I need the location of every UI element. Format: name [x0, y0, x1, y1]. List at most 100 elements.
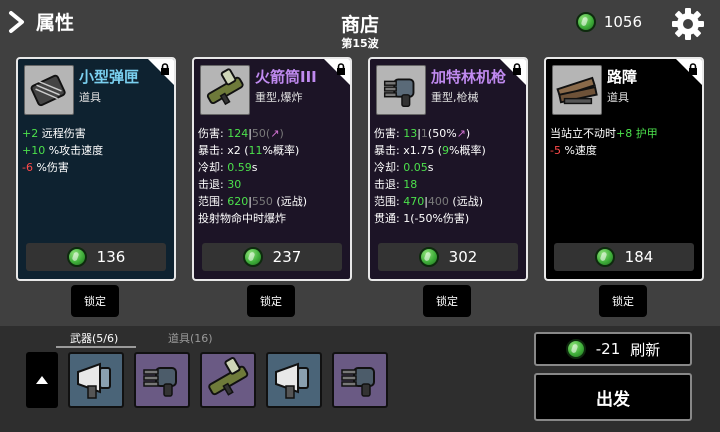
stat-segment: %攻击速度: [45, 144, 104, 157]
weapon-slot[interactable]: [134, 352, 190, 408]
stat-line: -5 %速度: [550, 142, 658, 159]
buy-button[interactable]: 237: [202, 243, 342, 271]
lock-button[interactable]: 锁定: [423, 285, 471, 317]
stat-segment: 护甲: [635, 127, 658, 140]
stat-segment: (50%: [427, 127, 457, 140]
stat-line: -6 %伤害: [22, 159, 103, 176]
stat-segment: 范围:: [374, 195, 404, 208]
stat-segment: 当站立不动时: [550, 127, 616, 140]
stat-line: 投射物命中时爆炸: [198, 210, 307, 227]
lock-icon: [337, 63, 345, 75]
rocket-launcher-icon: [200, 65, 250, 115]
price-value: 237: [272, 248, 302, 266]
money-display: 1056: [575, 12, 642, 32]
stat-segment: %概率): [449, 144, 486, 157]
triangle-up-icon: [36, 376, 48, 384]
stat-segment: 30: [227, 178, 242, 191]
stat-line: 贯通: 1(-50%伤害): [374, 210, 486, 227]
item-type: 道具: [79, 91, 101, 104]
stat-segment: 11: [248, 144, 263, 157]
stat-segment: 伤害:: [374, 127, 404, 140]
buy-button[interactable]: 136: [26, 243, 166, 271]
stat-line: +2 远程伤害: [22, 125, 103, 142]
stat-segment: 暴击: x2 (: [198, 144, 249, 157]
item-stats: 伤害: 13|1(50%↗) 暴击: x1.75 (9%概率) 冷却: 0.05s 击…: [374, 125, 486, 227]
material-gem-icon: [418, 247, 439, 267]
megaphone-gun-icon: [268, 362, 320, 410]
stat-segment: 124: [227, 127, 249, 140]
item-name: 小型弹匣: [79, 68, 140, 86]
stat-segment: 1: [420, 127, 428, 140]
buy-button[interactable]: 302: [378, 243, 518, 271]
stat-line: 范围: 620|550 (远战): [198, 193, 307, 210]
stat-segment: 13: [403, 127, 418, 140]
stat-segment: 50: [251, 127, 266, 140]
stat-segment: 18: [403, 178, 418, 191]
stat-segment: 9: [442, 144, 449, 157]
stat-segment: (远战): [448, 195, 484, 208]
item-name: 加特林机枪: [431, 68, 507, 86]
shop-card-2[interactable]: 火箭筒III 重型,爆炸 伤害: 124|50(↗) 暴击: x2 (11%概率)…: [192, 57, 352, 281]
stat-line: 击退: 18: [374, 176, 486, 193]
lock-button[interactable]: 锁定: [71, 285, 119, 317]
shop-card-1[interactable]: 小型弹匣 道具 +2 远程伤害 +10 %攻击速度 -6 %伤害 136: [16, 57, 176, 281]
go-button[interactable]: 出发: [534, 373, 692, 421]
stat-segment: ): [465, 127, 471, 140]
stat-segment: +8: [616, 127, 633, 140]
material-gem-icon: [66, 247, 87, 267]
stat-segment: 投射物命中时爆炸: [198, 212, 286, 225]
shop-card-3[interactable]: 加特林机枪 重型,枪械 伤害: 13|1(50%↗) 暴击: x1.75 (9%概…: [368, 57, 528, 281]
weapon-slot[interactable]: [200, 352, 256, 408]
stat-segment: 400: [427, 195, 449, 208]
money-amount: 1056: [603, 13, 642, 31]
stat-line: 当站立不动时+8 护甲: [550, 125, 658, 142]
stat-line: 伤害: 124|50(↗): [198, 125, 307, 142]
gear-icon[interactable]: [670, 6, 706, 42]
stat-segment: -6: [22, 161, 33, 174]
stat-segment: +10: [22, 144, 46, 157]
rocket-launcher-icon: [202, 357, 254, 410]
stat-line: +10 %攻击速度: [22, 142, 103, 159]
material-gem-icon: [242, 247, 263, 267]
megaphone-gun-icon: [70, 362, 122, 410]
stat-segment: 击退:: [198, 178, 228, 191]
stat-line: 暴击: x2 (11%概率): [198, 142, 307, 159]
stat-line: 击退: 30: [198, 176, 307, 193]
price-value: 302: [448, 248, 478, 266]
item-name: 火箭筒III: [255, 68, 317, 86]
stat-segment: 620: [227, 195, 249, 208]
stat-segment: 0.05: [403, 161, 428, 174]
stat-segment: 冷却:: [374, 161, 404, 174]
stat-segment: 0.59: [227, 161, 252, 174]
stat-segment: %伤害: [32, 161, 69, 174]
item-stats: 当站立不动时+8 护甲 -5 %速度: [550, 125, 658, 159]
item-name: 路障: [607, 68, 638, 86]
stat-segment: 470: [403, 195, 425, 208]
stat-segment: 暴击: x1.75 (: [374, 144, 442, 157]
price-value: 184: [624, 248, 654, 266]
weapon-slot[interactable]: [68, 352, 124, 408]
gatling-gun-icon: [136, 367, 188, 410]
tab-items[interactable]: 道具(16): [168, 330, 213, 346]
refresh-button[interactable]: -21 刷新: [534, 332, 692, 366]
stat-segment: %概率): [262, 144, 300, 157]
buy-button[interactable]: 184: [554, 243, 694, 271]
stat-segment: 远程伤害: [38, 127, 86, 140]
stat-segment: 贯通: 1(-50%伤害): [374, 212, 470, 225]
lock-icon: [513, 63, 521, 75]
tab-weapons[interactable]: 武器(5/6): [70, 330, 118, 346]
weapon-slot[interactable]: [266, 352, 322, 408]
material-gem-icon: [565, 339, 586, 359]
stat-segment: 伤害:: [198, 127, 228, 140]
weapon-slot[interactable]: [332, 352, 388, 408]
lock-button[interactable]: 锁定: [599, 285, 647, 317]
scroll-up-button[interactable]: [26, 352, 58, 408]
shop-card-4[interactable]: 路障 道具 当站立不动时+8 护甲 -5 %速度 184: [544, 57, 704, 281]
stat-line: 冷却: 0.05s: [374, 159, 486, 176]
item-stats: +2 远程伤害 +10 %攻击速度 -6 %伤害: [22, 125, 103, 176]
top-bar: 属性 商店 第15波 1056: [0, 0, 720, 52]
stat-segment: 击退:: [374, 178, 404, 191]
material-gem-icon: [594, 247, 615, 267]
lock-button[interactable]: 锁定: [247, 285, 295, 317]
stat-line: 范围: 470|400 (远战): [374, 193, 486, 210]
